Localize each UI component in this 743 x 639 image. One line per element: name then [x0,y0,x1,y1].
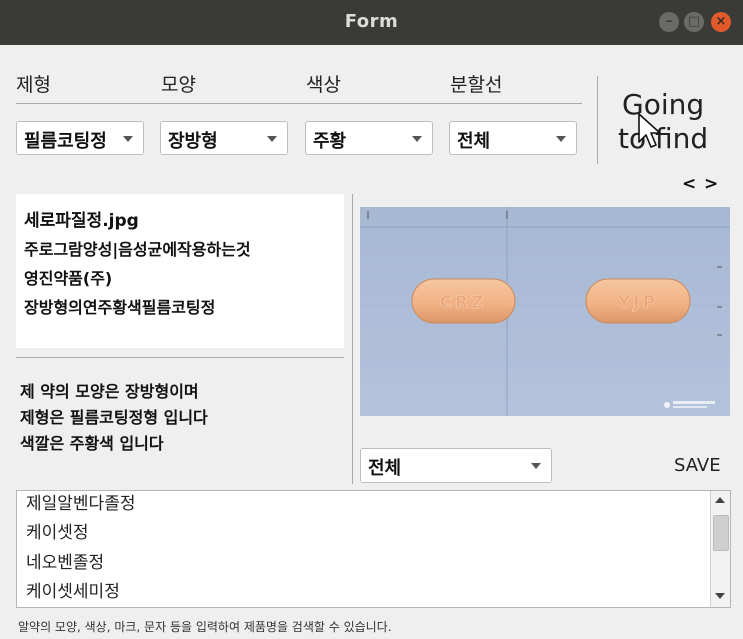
window-title: Form [344,11,399,32]
chevron-down-icon [267,136,277,142]
pill-image: CRZ YJP [360,207,730,416]
description-line-3: 색깔은 주황색 입니다 [20,434,164,453]
image-filter-select[interactable]: 전체 [360,448,552,483]
chevron-down-icon [531,463,541,469]
chevron-down-icon [412,136,422,142]
info-panel: 세로파질정.jpg 주로그람양성|음성균에작용하는것 영진약품(주) 장방형의연… [16,194,344,348]
next-button[interactable]: > [704,174,718,194]
color-value: 주황 [313,131,347,152]
shape-value: 장방형 [168,131,218,152]
minimize-icon: – [665,14,673,29]
list-scrollbar[interactable] [710,491,730,607]
maximize-icon: □ [687,14,701,29]
close-icon: × [715,14,727,29]
header-divider [16,103,582,104]
list-item[interactable]: 제일알벤다졸정 [26,491,135,514]
formulation-select[interactable]: 필름코팅정 [16,121,144,155]
chevron-down-icon [556,136,566,142]
mouse-cursor-icon [638,113,661,148]
list-item[interactable]: 케이셋세미정 [26,577,120,602]
going-line-1: Going [622,88,705,121]
split-line-select[interactable]: 전체 [449,121,577,155]
info-appearance: 장방형의연주황색필름코팅정 [24,298,216,317]
header-color: 색상 [306,74,341,96]
info-company: 영진약품(주) [24,269,113,288]
header-shape: 모양 [161,74,196,96]
going-to-find-label[interactable]: Going to find [618,88,708,156]
header-split-line: 분할선 [450,74,503,96]
description-line-1: 제 약의 모양은 장방형이며 [20,382,199,401]
split-line-value: 전체 [457,131,491,152]
list-item[interactable]: 네오벤졸정 [26,548,104,573]
status-bar-text: 알약의 모양, 색상, 마크, 문자 등을 입력하여 제품명을 검색할 수 있습… [18,620,392,634]
going-line-2: to find [618,122,709,155]
info-effect: 주로그람양성|음성균에작용하는것 [24,240,251,259]
shape-select[interactable]: 장방형 [160,121,288,155]
color-select[interactable]: 주황 [305,121,433,155]
save-button[interactable]: SAVE [674,455,721,476]
scroll-thumb[interactable] [713,515,729,551]
pill-mark-left: CRZ [440,293,487,313]
results-list[interactable]: 제일알벤다졸정 케이셋정 네오벤졸정 케이셋세미정 [16,490,731,608]
panel-divider [352,194,353,484]
header-formulation: 제형 [16,74,51,96]
maximize-button[interactable]: □ [684,12,704,32]
pill-mark-right: YJP [617,293,658,313]
list-item[interactable]: 케이셋정 [26,518,89,543]
image-filter-value: 전체 [368,458,402,479]
info-filename: 세로파질정.jpg [24,211,139,231]
formulation-value: 필름코팅정 [24,131,107,152]
close-button[interactable]: × [711,12,731,32]
title-bar: Form – □ × [0,0,743,45]
info-divider [16,357,344,358]
chevron-down-icon [123,136,133,142]
prev-button[interactable]: < [682,174,696,194]
minimize-button[interactable]: – [659,12,679,32]
scroll-down-icon[interactable] [715,593,725,599]
scroll-up-icon[interactable] [715,497,725,503]
description-line-2: 제형은 필름코팅정형 입니다 [20,408,208,427]
vertical-divider [597,76,598,164]
